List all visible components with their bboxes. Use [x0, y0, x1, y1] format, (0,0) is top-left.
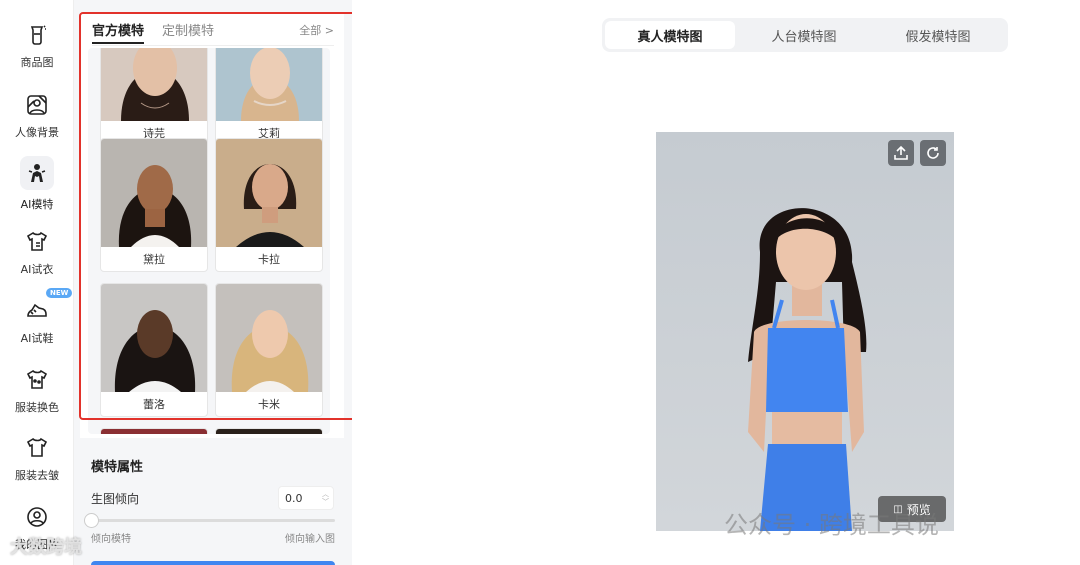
model-card-kala[interactable]: 卡拉	[215, 138, 323, 272]
my-images-icon	[24, 504, 50, 530]
model-card-kami[interactable]: 卡米	[215, 283, 323, 417]
new-badge: NEW	[46, 288, 73, 298]
sidebar-item-label: AI试衣	[20, 263, 54, 276]
model-photo	[101, 139, 207, 247]
refresh-icon	[927, 147, 939, 159]
model-photo	[216, 48, 322, 121]
stepper-arrows-icon[interactable]: ︿ ﹀	[322, 490, 329, 506]
model-tabs: 官方模特 定制模特 全部 >	[92, 16, 334, 46]
model-name: 蕾洛	[143, 398, 165, 411]
view-switcher: 真人模特图 人台模特图 假发模特图	[602, 18, 1008, 52]
sidebar-item-garment-recolor[interactable]: 服装换色	[0, 361, 74, 425]
sidebar-item-label: AI模特	[20, 198, 54, 211]
sidebar-item-portrait-background[interactable]: 人像背景	[0, 86, 74, 150]
sidebar-item-product-image[interactable]: 商品图	[0, 16, 74, 80]
tab-custom-models[interactable]: 定制模特	[162, 20, 214, 39]
sidebar-item-label: 商品图	[20, 56, 54, 69]
refresh-button[interactable]	[920, 140, 946, 166]
model-attributes-title: 模特属性	[91, 460, 144, 475]
sidebar-item-label: AI试鞋	[20, 332, 54, 345]
model-panel: 官方模特 定制模特 全部 > 诗芫 艾莉 黛拉 卡拉 蕾洛 卡米 模特属性 生图…	[74, 0, 352, 565]
model-card-daila[interactable]: 黛拉	[100, 138, 208, 272]
model-grid[interactable]: 诗芫 艾莉 黛拉 卡拉 蕾洛 卡米	[88, 48, 330, 434]
sidebar-item-label: 服装换色	[15, 401, 59, 414]
result-image[interactable]: ◫ 预览	[656, 132, 954, 531]
watermark-text: 公众号 · 跨境工具说	[724, 511, 939, 539]
main-canvas: 真人模特图 人台模特图 假发模特图 ◫ 预览 公众号 · 跨境工具说	[352, 0, 1080, 565]
sidebar-item-ai-tryon[interactable]: AI试衣	[0, 223, 74, 287]
model-selector: 官方模特 定制模特 全部 > 诗芫 艾莉 黛拉 卡拉 蕾洛 卡米	[80, 12, 344, 438]
model-photo	[101, 284, 207, 392]
model-photo	[216, 429, 322, 434]
tab-real-model[interactable]: 真人模特图	[605, 21, 735, 49]
tendency-stepper[interactable]: 0.0 ︿ ﹀	[278, 486, 334, 510]
model-name: 卡拉	[258, 253, 280, 266]
watermark-left: 大数跨境	[10, 537, 82, 558]
model-photo	[101, 429, 207, 434]
tab-official-models[interactable]: 官方模特	[92, 20, 145, 44]
tab-wig-model[interactable]: 假发模特图	[872, 21, 1004, 49]
generate-button[interactable]	[91, 561, 335, 565]
portrait-background-icon	[24, 92, 50, 118]
sidebar-item-label: 服装去皱	[15, 469, 59, 482]
tendency-value: 0.0	[285, 491, 303, 505]
upload-icon	[894, 145, 908, 160]
model-card-shiyuan[interactable]: 诗芫	[100, 48, 208, 146]
garment-dewrinkle-icon	[24, 435, 50, 461]
tendency-slider-handle[interactable]	[84, 513, 99, 528]
slider-right-label: 倾向输入图	[285, 534, 335, 545]
model-card-partial[interactable]	[100, 428, 208, 434]
sidebar: 商品图 人像背景 AI模特 AI试衣 NEW AI试鞋 服装换色 服装去皱 我的…	[0, 0, 74, 565]
model-name: 卡米	[258, 398, 280, 411]
view-all-link[interactable]: 全部 >	[299, 22, 334, 38]
upload-button[interactable]	[888, 140, 914, 166]
model-card-aili[interactable]: 艾莉	[215, 48, 323, 146]
tendency-slider[interactable]	[91, 519, 335, 522]
model-photo	[216, 284, 322, 392]
ai-model-icon	[20, 156, 54, 190]
sidebar-item-ai-shoe[interactable]: NEW AI试鞋	[0, 288, 74, 356]
sidebar-item-label: 人像背景	[15, 126, 59, 139]
tab-mannequin-model[interactable]: 人台模特图	[738, 21, 870, 49]
garment-recolor-icon	[24, 367, 50, 393]
product-image-icon	[24, 22, 50, 48]
slider-left-label: 倾向模特	[91, 534, 131, 545]
app-window: 商品图 人像背景 AI模特 AI试衣 NEW AI试鞋 服装换色 服装去皱 我的…	[0, 0, 1080, 565]
sidebar-item-ai-model[interactable]: AI模特	[0, 154, 74, 218]
tendency-label: 生图倾向	[91, 492, 140, 506]
model-card-leiluo[interactable]: 蕾洛	[100, 283, 208, 417]
model-card-partial[interactable]	[215, 428, 323, 434]
model-photo	[216, 139, 322, 247]
model-name: 黛拉	[143, 253, 165, 266]
model-result-photo	[656, 132, 954, 531]
sidebar-item-garment-dewrinkle[interactable]: 服装去皱	[0, 429, 74, 493]
ai-shoe-icon	[24, 298, 50, 324]
ai-tryon-icon	[24, 229, 50, 255]
model-photo	[101, 48, 207, 121]
